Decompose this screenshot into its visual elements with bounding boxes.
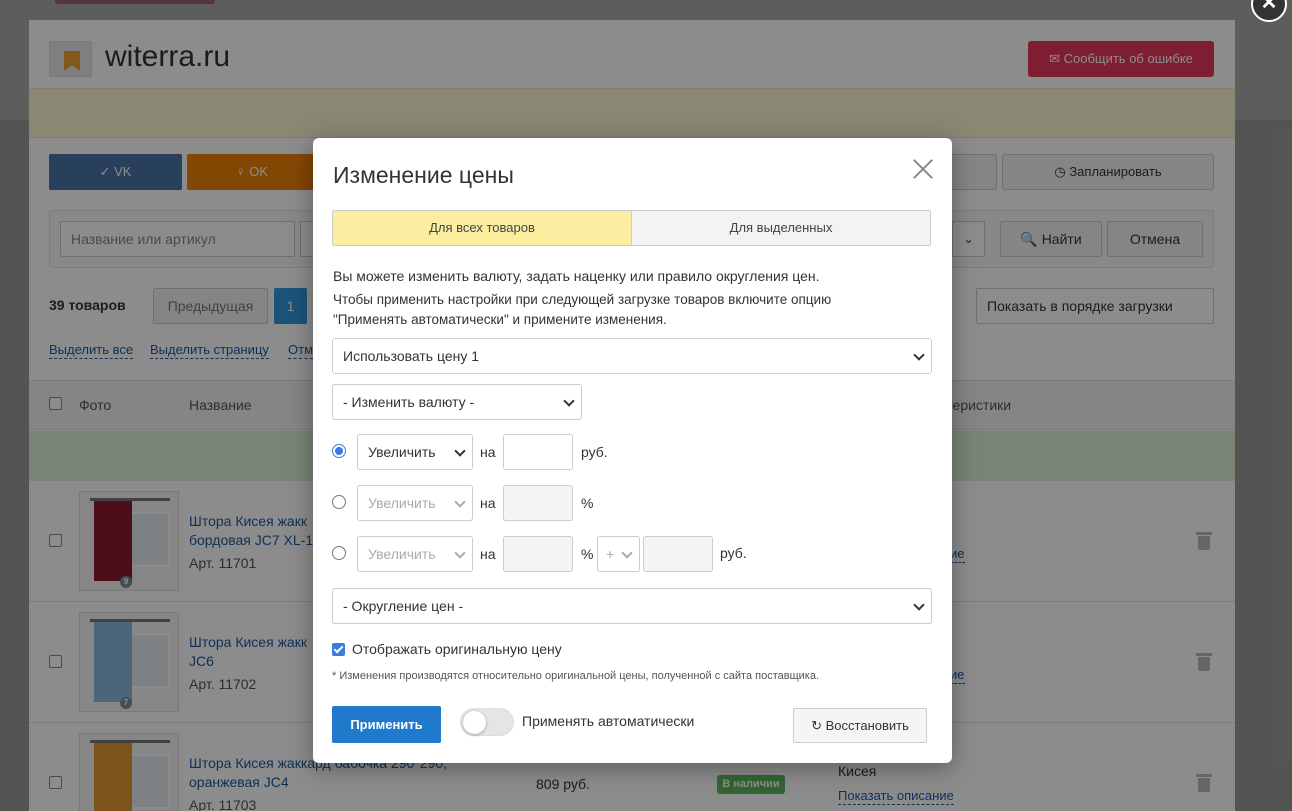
show-original-checkbox[interactable] bbox=[332, 643, 345, 656]
info-text: Чтобы применить настройки при следующей … bbox=[333, 292, 832, 307]
rule-fixed-operation-select[interactable]: Увеличить bbox=[357, 434, 473, 470]
close-icon[interactable] bbox=[911, 156, 935, 180]
info-text: "Применять автоматически" и примените из… bbox=[333, 312, 667, 327]
chevron-down-icon bbox=[454, 547, 466, 559]
chevron-down-icon bbox=[913, 599, 925, 611]
on-label: на bbox=[480, 495, 496, 511]
auto-apply-label: Применять автоматически bbox=[522, 713, 695, 729]
rule-percent-amount-input[interactable] bbox=[503, 485, 573, 521]
rule-combined-percent-input[interactable] bbox=[503, 536, 573, 572]
restore-button[interactable]: ↻ Восстановить bbox=[793, 708, 927, 743]
unit-label: руб. bbox=[581, 444, 608, 460]
currency-select[interactable]: - Изменить валюту - bbox=[332, 384, 582, 420]
auto-apply-toggle[interactable] bbox=[460, 708, 514, 736]
note-text: * Изменения производятся относительно ор… bbox=[332, 670, 819, 682]
rule-fixed-amount-input[interactable] bbox=[503, 434, 573, 470]
rule-combined-amount-input[interactable] bbox=[643, 536, 713, 572]
rule-combined-radio[interactable] bbox=[332, 546, 346, 560]
show-original-label: Отображать оригинальную цену bbox=[352, 641, 562, 657]
tab-all-products[interactable]: Для всех товаров bbox=[332, 210, 631, 246]
price-source-select[interactable]: Использовать цену 1 bbox=[332, 338, 932, 374]
chevron-down-icon bbox=[563, 395, 575, 407]
chevron-down-icon bbox=[454, 496, 466, 508]
rule-percent-operation-select[interactable]: Увеличить bbox=[357, 485, 473, 521]
rule-fixed-radio[interactable] bbox=[332, 444, 346, 458]
apply-button[interactable]: Применить bbox=[332, 706, 441, 743]
modal-title: Изменение цены bbox=[333, 162, 514, 188]
rule-combined-operation-select[interactable]: Увеличить bbox=[357, 536, 473, 572]
rounding-select[interactable]: - Округление цен - bbox=[332, 588, 932, 624]
chevron-down-icon bbox=[454, 445, 466, 457]
chevron-down-icon bbox=[913, 349, 925, 361]
chevron-down-icon bbox=[621, 547, 633, 559]
on-label: на bbox=[480, 444, 496, 460]
sign-select[interactable]: + bbox=[597, 536, 640, 572]
tab-selected-products[interactable]: Для выделенных bbox=[631, 210, 931, 246]
info-text: Вы можете изменить валюту, задать наценк… bbox=[333, 268, 820, 284]
unit-label: % bbox=[581, 546, 594, 562]
unit-label: руб. bbox=[720, 545, 747, 561]
price-change-modal: Изменение цены Для всех товаров Для выде… bbox=[313, 138, 952, 763]
on-label: на bbox=[480, 546, 496, 562]
unit-label: % bbox=[581, 495, 594, 511]
rule-percent-radio[interactable] bbox=[332, 495, 346, 509]
